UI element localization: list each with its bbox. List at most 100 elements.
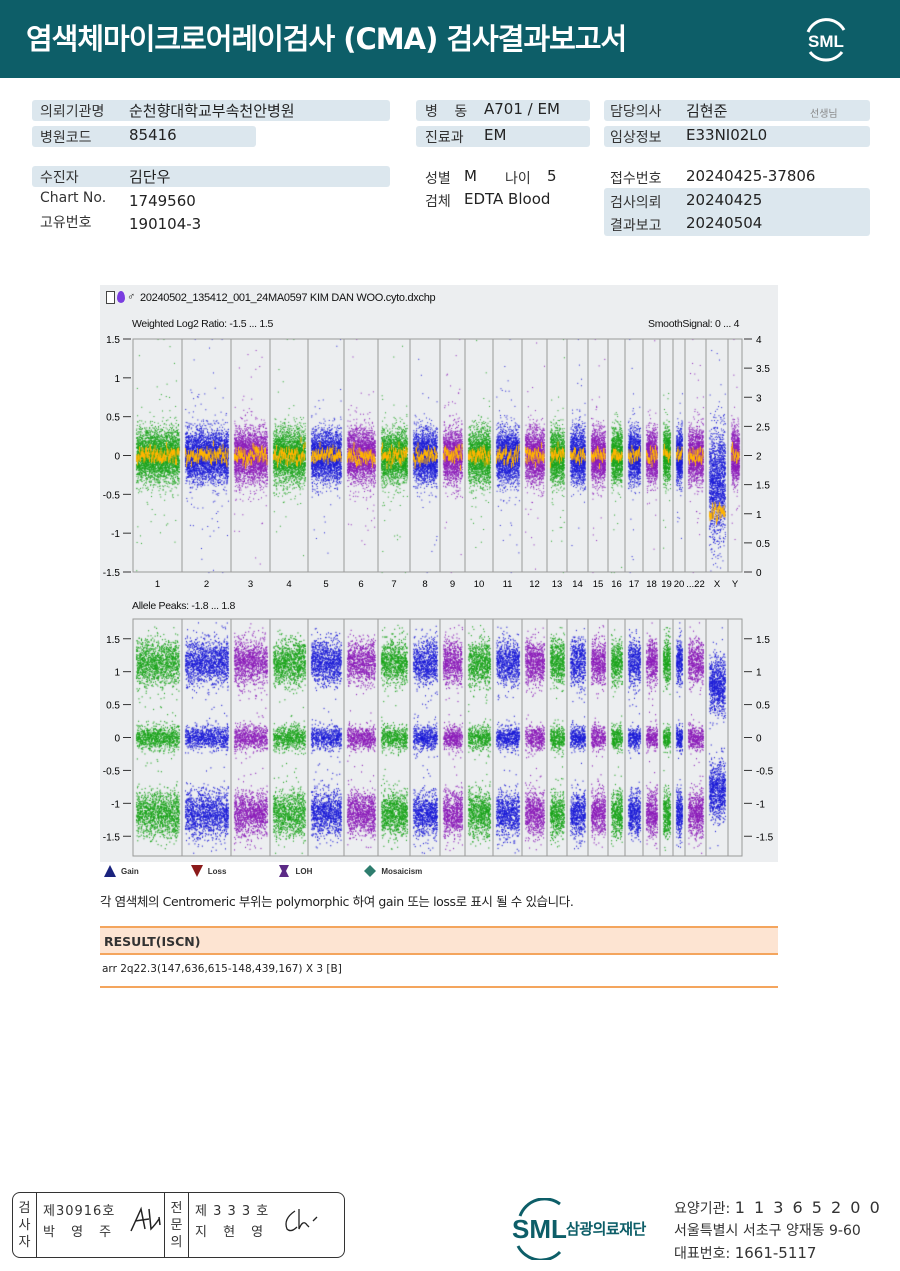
specialist-signature bbox=[285, 1209, 318, 1232]
chromosome-frame bbox=[132, 338, 183, 573]
patient-label: 수진자 bbox=[40, 170, 79, 186]
chromosome-frame bbox=[607, 618, 626, 857]
top-right-label: SmoothSignal: 0 ... 4 bbox=[648, 318, 740, 330]
chromosome-frame bbox=[546, 338, 568, 573]
y-tick-label: -1 bbox=[111, 799, 120, 810]
chromosome-frame bbox=[377, 338, 411, 573]
chromosome-frame bbox=[521, 338, 548, 573]
y-tick-label: 1 bbox=[114, 374, 120, 385]
care-no: 1 1 3 6 5 2 0 0 bbox=[734, 1198, 882, 1217]
report-title: 염색체마이크로어레이검사 (CMA) 검사결과보고서 bbox=[26, 22, 627, 56]
y-tick-label: 1.5 bbox=[106, 335, 120, 346]
y-tick-label: 1.5 bbox=[106, 635, 120, 646]
signature-box: 검사자 제30916호 박 영 주 전문의 제 3 3 3 호 지 현 영 bbox=[12, 1192, 345, 1258]
report-date-label: 결과보고 bbox=[610, 218, 662, 234]
age-value: 5 bbox=[547, 167, 557, 185]
phone-label: 대표번호: bbox=[674, 1246, 731, 1262]
chromosome-frame bbox=[492, 338, 523, 573]
chromosome-label: 17 bbox=[629, 579, 640, 590]
chromosome-label: 4 bbox=[286, 579, 291, 590]
chromosome-frame bbox=[642, 338, 661, 573]
chromosome-label: 9 bbox=[450, 579, 455, 590]
phone: 1661-5117 bbox=[734, 1244, 817, 1262]
y2-tick-label: 1 bbox=[756, 668, 762, 679]
chromosome-label: 19 bbox=[661, 579, 672, 590]
chromosome-label: ...22 bbox=[686, 579, 705, 590]
chromosome-frame bbox=[307, 338, 345, 573]
y2-tick-label: -1.5 bbox=[756, 832, 774, 843]
chromosome-frame bbox=[566, 338, 589, 573]
chromosome-frame bbox=[343, 338, 379, 573]
sex-value: M bbox=[464, 167, 477, 185]
y-tick-label: 1 bbox=[114, 668, 120, 679]
ward-label: 병 동 bbox=[425, 104, 474, 120]
chromosome-label: 15 bbox=[593, 579, 604, 590]
unique-no-label: 고유번호 bbox=[40, 215, 92, 231]
chromosome-frame bbox=[705, 338, 729, 573]
legend-label: Gain bbox=[121, 866, 139, 876]
specimen-label: 검체 bbox=[425, 194, 451, 210]
chromosome-frame bbox=[269, 338, 309, 573]
report-date-value: 20240504 bbox=[686, 214, 763, 232]
doctor-suffix: 선생님 bbox=[810, 109, 838, 120]
chromosome-frame bbox=[521, 618, 548, 857]
request-date-label: 검사의뢰 bbox=[610, 195, 662, 211]
y2-tick-label: -1 bbox=[756, 799, 765, 810]
doctor-value: 김현준 bbox=[686, 102, 728, 120]
chromosome-frame bbox=[566, 618, 589, 857]
unique-no-value: 190104-3 bbox=[129, 215, 202, 233]
result-divider bbox=[100, 986, 778, 988]
chromosome-frame bbox=[546, 618, 568, 857]
y2-tick-label: 3 bbox=[756, 393, 762, 404]
y-tick-label: -0.5 bbox=[103, 766, 121, 777]
age-label: 나이 bbox=[505, 171, 531, 187]
chromosome-frame bbox=[181, 618, 232, 857]
legend-item: Loss bbox=[190, 865, 253, 877]
chart-no-value: 1749560 bbox=[129, 192, 196, 210]
y2-tick-label: 3.5 bbox=[756, 364, 770, 375]
sml-logo: SML bbox=[806, 18, 846, 62]
chromosome-label: 5 bbox=[323, 579, 328, 590]
chromosome-frame bbox=[672, 618, 686, 857]
department-label: 진료과 bbox=[425, 130, 464, 146]
chromosome-frame bbox=[464, 338, 494, 573]
chromosome-label: 3 bbox=[248, 579, 253, 590]
clinical-label: 임상정보 bbox=[610, 130, 662, 146]
male-icon: ♂ bbox=[127, 291, 135, 303]
y-tick-label: 0.5 bbox=[106, 701, 120, 712]
chromosome-frame bbox=[624, 338, 644, 573]
chromosome-frame bbox=[439, 338, 466, 573]
chromosome-frame bbox=[132, 618, 183, 857]
chromosome-frame bbox=[409, 618, 441, 857]
result-header: RESULT(ISCN) bbox=[100, 926, 778, 955]
sex-label: 성별 bbox=[425, 171, 451, 187]
clinical-value: E33NI02L0 bbox=[686, 126, 768, 144]
top-left-label: Weighted Log2 Ratio: -1.5 ... 1.5 bbox=[132, 318, 274, 330]
y2-tick-label: 0 bbox=[756, 568, 762, 579]
chromosome-frame bbox=[642, 618, 661, 857]
chromosome-label: 16 bbox=[611, 579, 622, 590]
org-name: 삼광의료재단 bbox=[566, 1220, 646, 1238]
svg-text:SML: SML bbox=[512, 1214, 567, 1244]
chromosome-label: 18 bbox=[646, 579, 657, 590]
result-value: arr 2q22.3(147,636,615-148,439,167) X 3 … bbox=[102, 963, 342, 975]
legend-label: LOH bbox=[295, 866, 313, 876]
chart-no-label: Chart No. bbox=[40, 190, 107, 206]
chromosome-frame bbox=[684, 338, 707, 573]
receipt-no-value: 20240425-37806 bbox=[686, 167, 816, 185]
y-tick-label: 0.5 bbox=[106, 413, 120, 424]
legend-label: Mosaicism bbox=[381, 866, 423, 876]
legend-item: Mosaicism bbox=[364, 865, 448, 877]
chromosome-frame bbox=[672, 338, 686, 573]
hospital-code-label: 병원코드 bbox=[40, 130, 92, 146]
chromosome-label: 10 bbox=[474, 579, 485, 590]
chromosome-frame bbox=[705, 618, 729, 857]
chromosome-label: 7 bbox=[391, 579, 396, 590]
bottom-label: Allele Peaks: -1.8 ... 1.8 bbox=[132, 600, 236, 612]
y-tick-label: 0 bbox=[114, 734, 120, 745]
chromosome-frame bbox=[727, 618, 743, 857]
department-value: EM bbox=[484, 126, 507, 144]
chromosome-frame bbox=[492, 618, 523, 857]
y2-tick-label: 1.5 bbox=[756, 635, 770, 646]
chromosome-frame bbox=[439, 618, 466, 857]
